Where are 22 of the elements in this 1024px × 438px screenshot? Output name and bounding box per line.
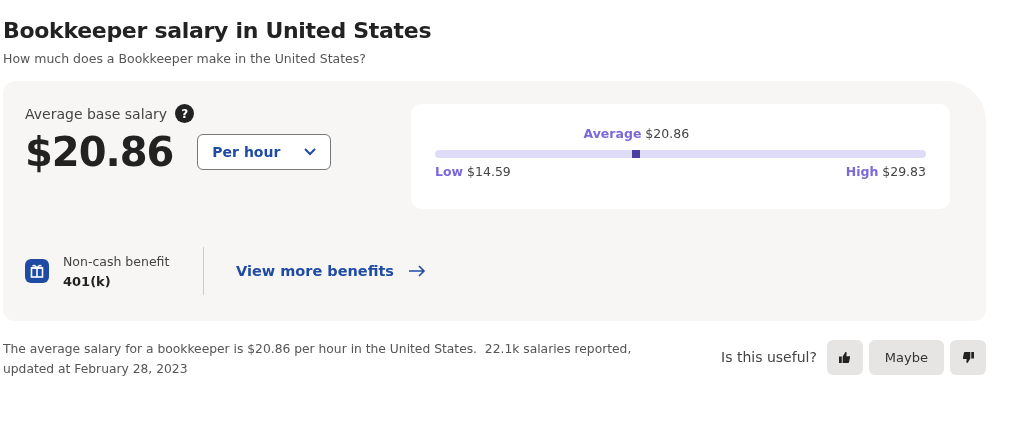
- low-label: Low $14.59: [435, 164, 511, 179]
- maybe-button[interactable]: Maybe: [868, 339, 944, 375]
- feedback-question: Is this useful?: [721, 349, 817, 365]
- page-subtitle: How much does a Bookkeeper make in the United States?: [3, 51, 367, 66]
- thumbs-up-button[interactable]: [826, 339, 863, 375]
- thumbs-up-icon: [839, 351, 851, 363]
- high-label: High $29.83: [845, 164, 926, 179]
- thumbs-down-icon: [962, 351, 974, 363]
- period-dropdown[interactable]: Per hour: [197, 134, 332, 170]
- view-more-benefits-link[interactable]: View more benefits: [236, 263, 394, 279]
- thumbs-down-button[interactable]: [950, 339, 986, 375]
- benefit-value: 401(k): [63, 273, 112, 289]
- benefit-label: Non-cash benefit: [63, 253, 171, 269]
- salary-label: Average base salary: [25, 105, 168, 122]
- average-label: Average $20.86: [583, 126, 690, 141]
- chevron-down-icon: [304, 148, 317, 156]
- page-title: Bookkeeper salary in United States: [3, 18, 433, 43]
- help-icon[interactable]: ?: [175, 104, 195, 123]
- arrow-right-icon[interactable]: [408, 265, 426, 277]
- salary-amount: $20.86: [25, 129, 174, 175]
- salary-summary: The average salary for a bookkeeper is $20.86 per hour in the United States. 22.1k salaries reported, updated at February 28, 2023: [3, 341, 633, 378]
- gift-icon: [25, 259, 49, 283]
